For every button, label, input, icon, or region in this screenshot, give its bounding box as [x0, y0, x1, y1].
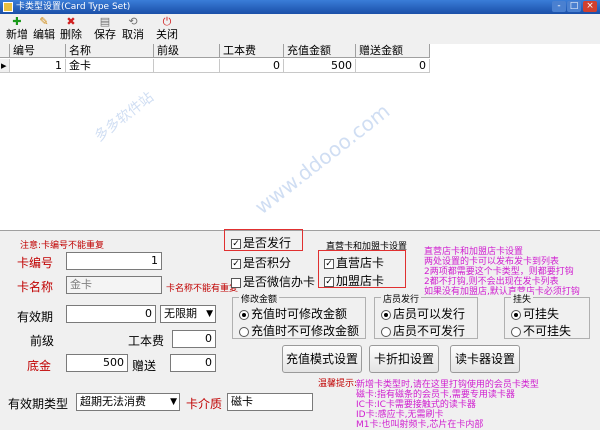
discount-setting-button[interactable]: 卡折扣设置 — [369, 345, 439, 373]
column-header-fee[interactable]: 工本费 — [220, 44, 284, 58]
window-close-button[interactable]: × — [583, 1, 597, 12]
reader-setting-button[interactable]: 读卡器设置 — [450, 345, 520, 373]
bottom-hint: 温馨提示: — [318, 379, 358, 389]
group-title: 修改金额 — [239, 292, 280, 305]
prev-label: 前级 — [30, 334, 55, 348]
wechat-checkbox[interactable]: 是否微信办卡 — [231, 273, 315, 290]
issue-checkbox[interactable]: ✓ 是否发行 — [231, 234, 291, 251]
card-name-note: 卡名称不能有重复 — [166, 284, 239, 294]
validity-unit-select[interactable]: 无限期 ▼ — [160, 305, 216, 323]
cannot-suspend-radio[interactable]: 不可挂失 — [511, 322, 571, 339]
medium-input[interactable]: 磁卡 — [227, 393, 313, 411]
radio-selected-icon — [239, 309, 249, 320]
card-type-grid[interactable]: 编号 名称 前级 工本费 充值金额 赠送金额 ▸ 1 金卡 0 500 0 — [0, 44, 600, 231]
checkbox-unchecked-icon — [231, 277, 241, 288]
maximize-button[interactable]: □ — [567, 1, 581, 12]
close-button[interactable]: ⏻ 关闭 — [154, 15, 180, 43]
group-title: 挂失 — [511, 292, 534, 305]
validity-unit-value: 无限期 — [164, 307, 197, 320]
cell-gift[interactable]: 0 — [356, 59, 430, 73]
direct-store-checkbox[interactable]: ✓ 直营店卡 — [324, 254, 384, 271]
base-label: 底金 — [27, 359, 52, 373]
gift-label: 赠送 — [132, 359, 157, 373]
chevron-down-icon: ▼ — [170, 397, 177, 407]
note-text: 注意:卡编号不能重复 — [20, 241, 105, 251]
card-no-input[interactable]: 1 — [66, 252, 162, 270]
save-button[interactable]: ▤ 保存 — [92, 15, 118, 43]
radio-selected-icon — [511, 309, 521, 320]
column-header-charge[interactable]: 充值金额 — [284, 44, 356, 58]
fee-label: 工本费 — [128, 334, 165, 348]
validity-label: 有效期 — [17, 310, 54, 324]
column-header-gift[interactable]: 赠送金额 — [356, 44, 430, 58]
window-title: 卡类型设置(Card Type Set) — [16, 2, 131, 12]
checkbox-checked-icon: ✓ — [324, 258, 334, 269]
minimize-button[interactable]: - — [552, 1, 566, 12]
radio-unselected-icon — [239, 326, 249, 337]
column-header-no[interactable]: 编号 — [10, 44, 66, 58]
franchise-store-checkbox[interactable]: ✓ 加盟店卡 — [324, 272, 384, 289]
bottom-hint-lines: 新增卡类型时,请在这里打钩使用的会员卡类型 磁卡:指有磁条的会员卡,需要专用读卡… — [356, 380, 539, 430]
edit-icon: ✎ — [39, 15, 49, 28]
chevron-down-icon: ▼ — [206, 309, 213, 319]
app-icon — [3, 2, 13, 12]
row-indicator-header — [0, 44, 10, 58]
validity-type-label: 有效期类型 — [8, 397, 69, 411]
card-name-input[interactable]: 金卡 — [66, 276, 162, 294]
gift-input[interactable]: 0 — [170, 354, 216, 372]
medium-label: 卡介质 — [186, 397, 223, 411]
store-hint: 直营店卡和加盟店卡设置 两处设置的卡可以发布发卡到列表 2两项都需要这个卡类型，… — [424, 247, 580, 297]
add-icon: ✚ — [12, 15, 22, 28]
validity-type-value: 超期无法消费 — [80, 395, 146, 408]
validity-input[interactable]: 0 — [66, 305, 156, 323]
title-bar: 卡类型设置(Card Type Set) - □ × — [0, 0, 600, 14]
radio-unselected-icon — [511, 326, 521, 337]
delete-button[interactable]: ✖ 删除 — [58, 15, 84, 43]
modify-allowed-radio[interactable]: 充值时可修改金额 — [239, 305, 347, 322]
column-header-name[interactable]: 名称 — [66, 44, 154, 58]
card-no-label: 卡编号 — [17, 256, 54, 270]
clerk-cannot-issue-radio[interactable]: 店员不可发行 — [381, 322, 465, 339]
cell-prev[interactable] — [154, 59, 220, 73]
charge-mode-button[interactable]: 充值模式设置 — [282, 345, 362, 373]
suspend-group: 挂失 可挂失 不可挂失 — [504, 292, 590, 339]
close-icon: ⏻ — [162, 15, 172, 28]
can-suspend-radio[interactable]: 可挂失 — [511, 305, 559, 322]
edit-button[interactable]: ✎ 编辑 — [31, 15, 57, 43]
add-button[interactable]: ✚ 新增 — [4, 15, 30, 43]
toolbar: ✚ 新增 ✎ 编辑 ✖ 删除 ▤ 保存 ⟲ 取消 ⏻ 关闭 — [0, 14, 600, 45]
row-indicator: ▸ — [0, 59, 10, 73]
group-title: 店员发行 — [381, 292, 422, 305]
validity-type-select[interactable]: 超期无法消费 ▼ — [76, 393, 180, 411]
save-icon: ▤ — [99, 15, 111, 28]
card-name-label: 卡名称 — [17, 280, 54, 294]
cell-name[interactable]: 金卡 — [66, 59, 154, 73]
delete-icon: ✖ — [66, 15, 76, 28]
clerk-can-issue-radio[interactable]: 店员可以发行 — [381, 305, 465, 322]
modify-not-allowed-radio[interactable]: 充值时不可修改金额 — [239, 322, 359, 339]
checkbox-checked-icon: ✓ — [231, 238, 241, 249]
base-input[interactable]: 500 — [66, 354, 128, 372]
checkbox-checked-icon: ✓ — [231, 258, 241, 269]
cell-charge[interactable]: 500 — [284, 59, 356, 73]
cancel-icon: ⟲ — [128, 15, 138, 28]
radio-unselected-icon — [381, 326, 391, 337]
radio-selected-icon — [381, 309, 391, 320]
cancel-button[interactable]: ⟲ 取消 — [120, 15, 146, 43]
column-header-prev[interactable]: 前级 — [154, 44, 220, 58]
modify-amount-group: 修改金额 充值时可修改金额 充值时不可修改金额 — [232, 292, 366, 339]
cell-no[interactable]: 1 — [10, 59, 66, 73]
clerk-issue-group: 店员发行 店员可以发行 店员不可发行 — [374, 292, 478, 339]
checkbox-checked-icon: ✓ — [324, 276, 334, 287]
fee-input[interactable]: 0 — [172, 330, 216, 348]
points-checkbox[interactable]: ✓ 是否积分 — [231, 254, 291, 271]
cell-fee[interactable]: 0 — [220, 59, 284, 73]
